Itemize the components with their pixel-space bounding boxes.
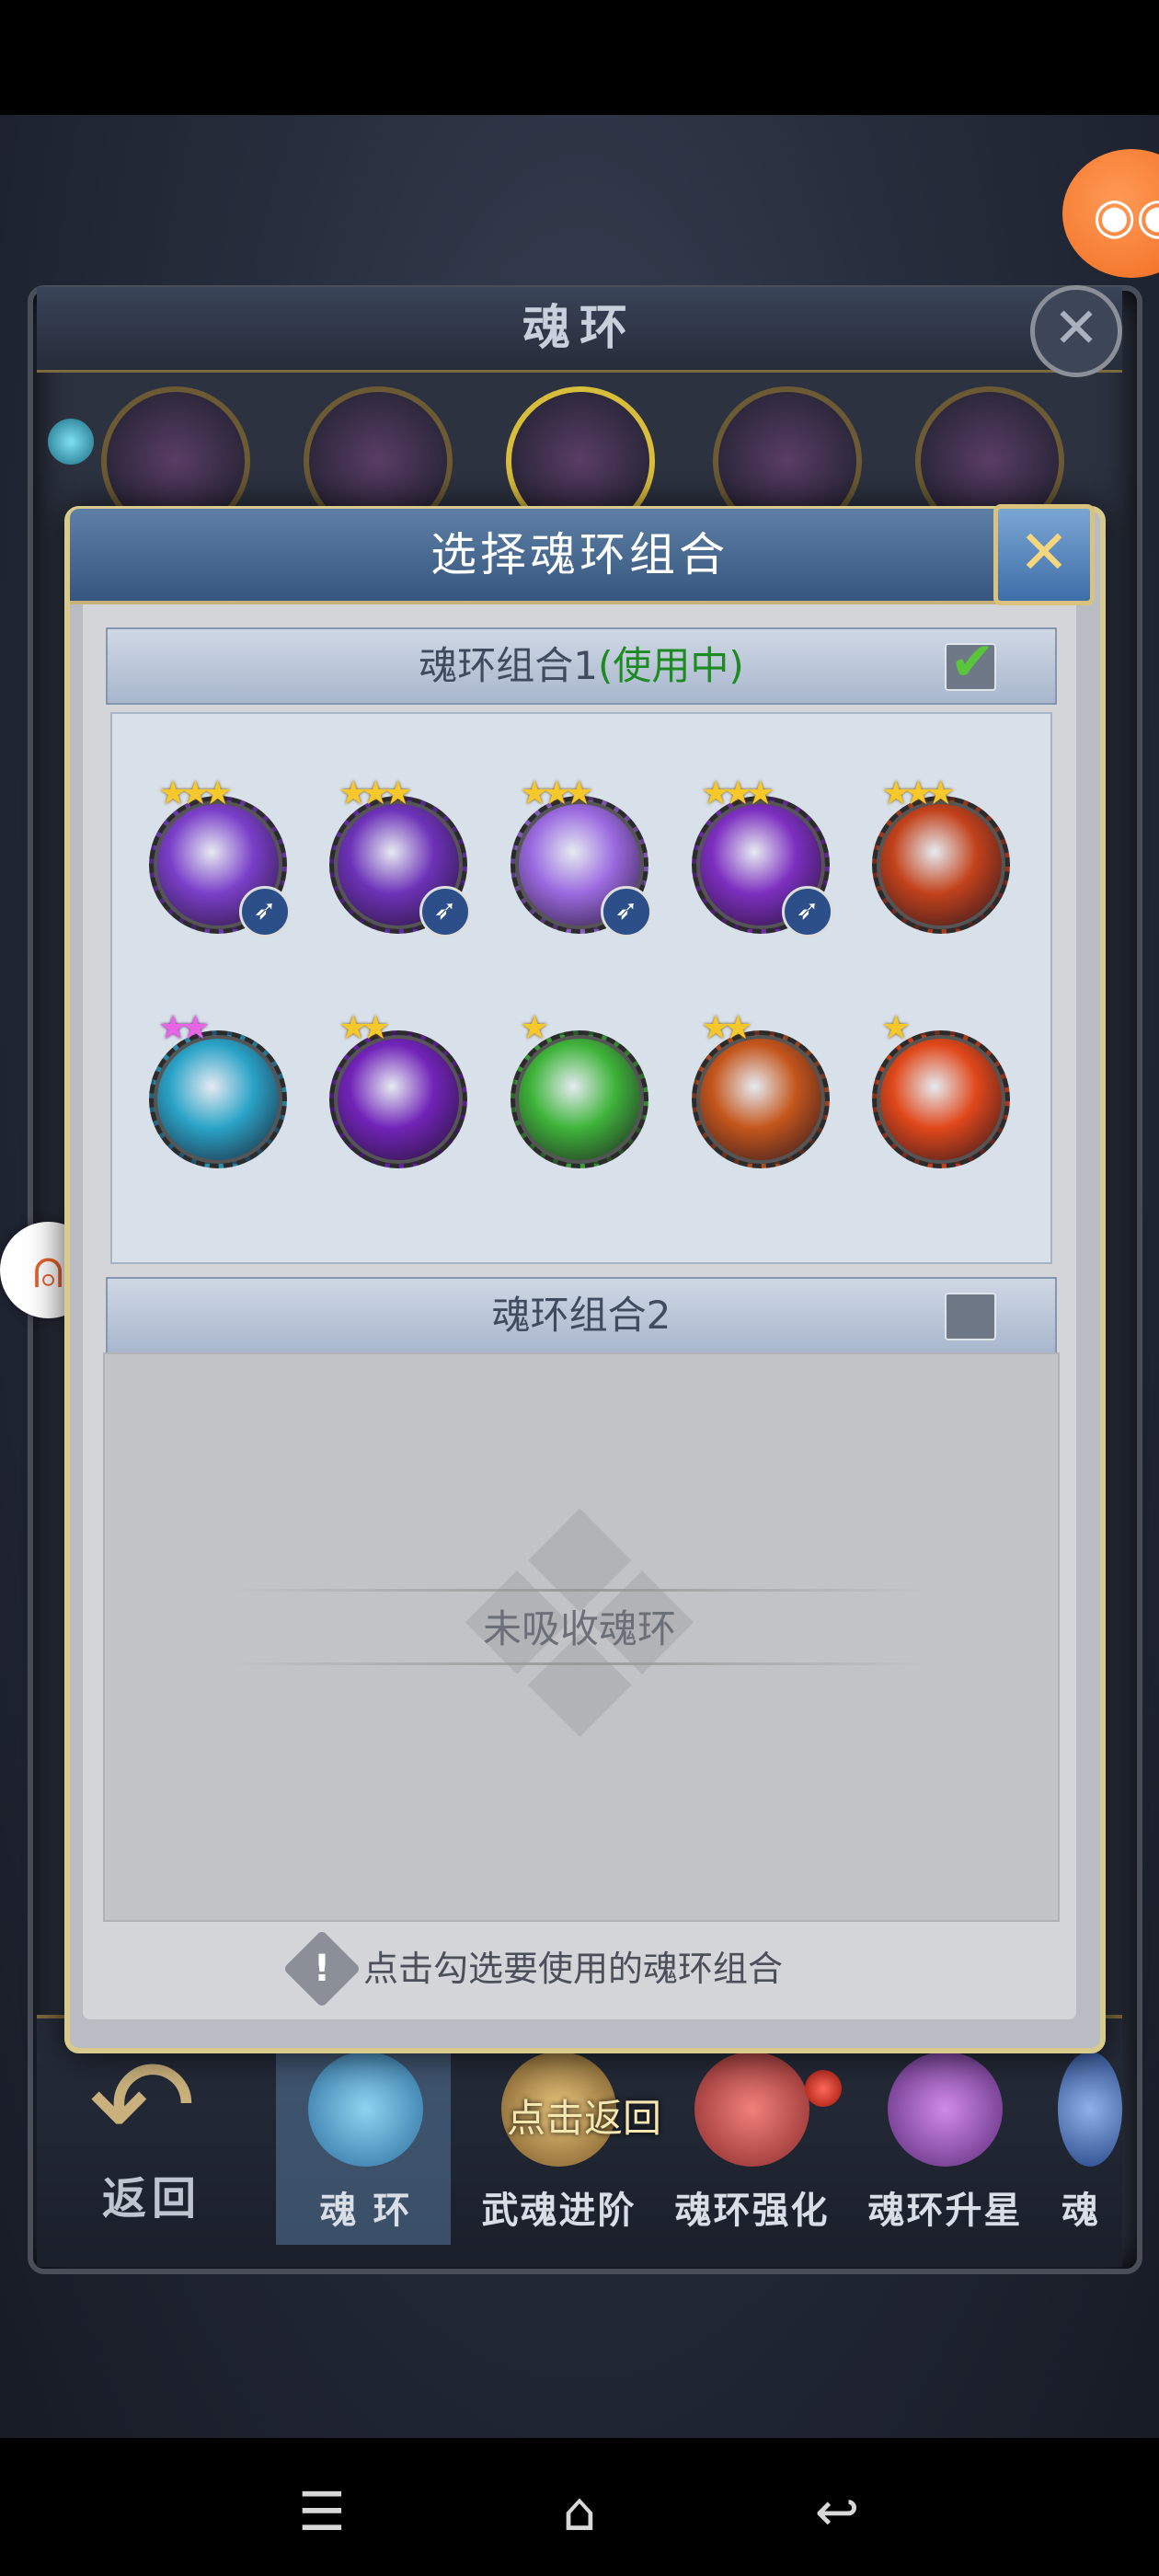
panel-close-button[interactable]: ✕ — [1030, 285, 1122, 377]
set-1-name: 魂环组合1 — [419, 643, 598, 688]
more-gem-icon — [1058, 2052, 1122, 2167]
soul-ring-set-1-header[interactable]: 魂环组合1(使用中) ✔ — [106, 627, 1057, 705]
bird-badge-icon: ➶ — [601, 886, 652, 937]
close-icon: ✕ — [1052, 296, 1100, 361]
soul-ring-set-2-header[interactable]: 魂环组合2 — [106, 1277, 1057, 1354]
star-rating-icon: ★ — [881, 1009, 911, 1047]
soul-ring-icon[interactable] — [149, 1030, 287, 1168]
empty-state-text: 未吸收魂环 — [482, 1606, 676, 1651]
soul-ring-icon[interactable] — [692, 1030, 830, 1168]
bird-badge-icon: ➶ — [239, 886, 291, 937]
tab-more[interactable]: 魂 — [1039, 2042, 1122, 2245]
tab-label: 武魂进阶 — [481, 2190, 637, 2232]
tab-label: 魂环强化 — [674, 2190, 830, 2232]
star-rating-icon: ★★★ — [701, 775, 775, 812]
star-rating-icon: ★★ — [339, 1009, 390, 1047]
star-up-gem-icon — [888, 2052, 1003, 2167]
status-bar — [0, 0, 1159, 115]
divider — [230, 1589, 929, 1592]
exclamation-icon: ! — [313, 1948, 331, 1990]
back-button-label: 返回 — [101, 2173, 201, 2225]
star-rating-icon: ★ — [520, 1009, 549, 1047]
star-rating-icon: ★★ — [158, 1009, 210, 1047]
soul-ring-icon[interactable] — [511, 1030, 648, 1168]
dialog-title: 选择魂环组合 — [430, 528, 729, 581]
bird-badge-icon: ➶ — [782, 886, 833, 937]
notification-dot — [805, 2070, 842, 2107]
star-rating-icon: ★★★ — [520, 775, 594, 812]
back-icon[interactable]: ↩ — [800, 2484, 874, 2539]
assistant-face-icon: ◉◉ — [1093, 187, 1159, 245]
soul-ring-panel-title: 魂环 — [522, 301, 637, 356]
home-icon[interactable]: ⌂ — [543, 2484, 616, 2539]
set-1-label: 魂环组合1(使用中) — [108, 629, 1055, 703]
soul-ring-icon[interactable] — [872, 796, 1010, 934]
tab-label: 魂 环 — [319, 2190, 412, 2232]
star-rating-icon: ★★ — [701, 1009, 752, 1047]
close-icon: ✕ — [1018, 517, 1070, 588]
star-rating-icon: ★★★ — [158, 775, 233, 812]
soul-ring-gem-icon — [308, 2052, 423, 2167]
dialog-close-button[interactable]: ✕ — [993, 504, 1095, 605]
footer-hint: 点击勾选要使用的魂环组合 — [363, 1949, 784, 1989]
tab-label: 魂 — [1061, 2190, 1100, 2232]
set-1-checkbox[interactable]: ✔ — [945, 634, 996, 691]
click-back-hint[interactable]: 点击返回 — [451, 2087, 717, 2151]
star-rating-icon: ★★★ — [881, 775, 956, 812]
bird-badge-icon: ➶ — [419, 886, 471, 937]
set-2-checkbox[interactable] — [945, 1293, 996, 1340]
tab-label: 魂环升星 — [867, 2190, 1023, 2232]
set-2-label: 魂环组合2 — [491, 1293, 671, 1338]
in-use-status: (使用中) — [597, 643, 744, 688]
checkmark-icon: ✔ — [949, 630, 995, 693]
menu-icon[interactable]: ☰ — [285, 2484, 359, 2539]
tab-soul-ring[interactable]: 魂 环 — [267, 2042, 465, 2245]
star-rating-icon: ★★★ — [339, 775, 413, 812]
divider — [230, 1662, 929, 1665]
decorative-gem-icon — [48, 419, 94, 465]
tab-soul-ring-star-up[interactable]: 魂环升星 — [846, 2042, 1044, 2245]
soul-ring-icon[interactable] — [872, 1030, 1010, 1168]
soul-ring-icon[interactable] — [329, 1030, 467, 1168]
back-arrow-icon: ↶ — [88, 2031, 197, 2181]
